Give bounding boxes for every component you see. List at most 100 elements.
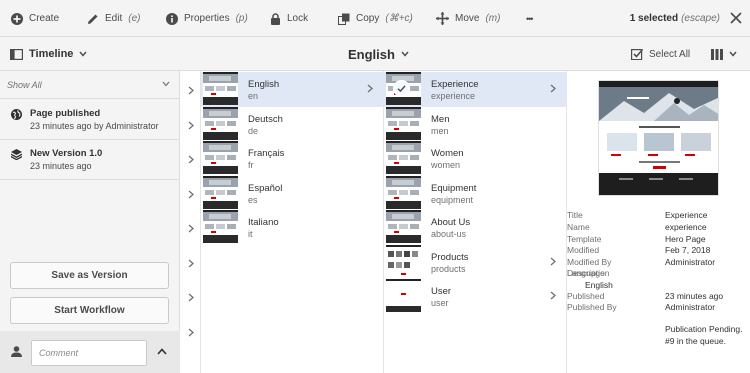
language-value: English <box>585 280 613 290</box>
create-label: Create <box>29 13 60 24</box>
chevron-right-icon <box>188 293 194 302</box>
edit-button[interactable]: Edit (e) <box>87 0 140 37</box>
item-name: products <box>431 264 466 274</box>
chevron-down-icon <box>79 51 87 57</box>
column-item[interactable]: Equipment equipment <box>384 176 567 211</box>
rail-selector[interactable]: Timeline <box>10 37 87 71</box>
expand-row[interactable] <box>180 142 201 177</box>
select-all-icon <box>631 48 643 60</box>
item-title: Equipment <box>431 183 477 194</box>
rail-title-label: Timeline <box>29 48 74 60</box>
item-title: Deutsch <box>248 114 283 125</box>
copy-label: Copy <box>356 13 380 24</box>
item-name: user <box>431 298 449 308</box>
timeline-filter[interactable]: Show All <box>0 71 180 99</box>
add-circle-icon <box>11 12 23 25</box>
expand-row[interactable] <box>180 211 201 246</box>
select-all-label: Select All <box>649 48 691 60</box>
layers-icon <box>11 149 22 160</box>
item-title: Français <box>248 148 285 159</box>
column-item[interactable]: English en <box>201 72 384 107</box>
item-title: Italiano <box>248 217 279 228</box>
template-label: Template <box>567 234 602 244</box>
column-item[interactable]: User user <box>384 279 567 314</box>
comment-placeholder: Comment <box>39 348 79 358</box>
create-button[interactable]: Create <box>11 0 59 37</box>
modified-value: Feb 7, 2018 <box>665 245 711 255</box>
page-title-label: English <box>348 46 395 62</box>
properties-shortcut: (p) <box>235 13 248 24</box>
title-value: Experience <box>665 210 708 220</box>
properties-button[interactable]: Properties (p) <box>166 0 248 37</box>
template-value: Hero Page <box>665 234 706 244</box>
expand-row[interactable] <box>180 73 201 108</box>
chevron-down-icon <box>729 51 737 57</box>
more-actions-button[interactable]: ••• <box>526 0 534 37</box>
publication-status: Publication Pending. <box>665 324 743 334</box>
header-bar: Timeline English Select All <box>0 37 750 71</box>
column-item[interactable]: Deutsch de <box>201 107 384 142</box>
selection-count: 1 selected (escape) <box>630 0 720 37</box>
save-as-version-button[interactable]: Save as Version <box>10 262 169 289</box>
modified-by-label: Modified By <box>567 257 612 267</box>
page-title[interactable]: English <box>348 37 409 71</box>
start-workflow-button[interactable]: Start Workflow <box>10 297 169 324</box>
page-thumbnail <box>386 141 421 174</box>
select-all-button[interactable]: Select All <box>631 37 690 71</box>
expand-row[interactable] <box>180 315 201 350</box>
move-button[interactable]: Move (m) <box>436 0 500 37</box>
name-value: experience <box>665 222 707 232</box>
copy-icon <box>338 13 350 25</box>
checkmark-icon[interactable] <box>393 80 410 97</box>
page-thumbnail <box>203 176 238 209</box>
details-panel: Title Experience Name experience Templat… <box>567 71 750 373</box>
move-shortcut: (m) <box>485 13 501 24</box>
page-thumbnail <box>203 210 238 243</box>
item-name: experience <box>431 91 476 101</box>
selected-count-label: 1 selected <box>629 13 679 24</box>
expand-row[interactable] <box>180 108 201 143</box>
view-switcher[interactable] <box>711 37 737 71</box>
column-item[interactable]: Italiano it <box>201 210 384 245</box>
published-label: Published <box>567 291 605 301</box>
column-item[interactable]: Español es <box>201 176 384 211</box>
item-name: fr <box>248 160 254 170</box>
chevron-right-icon <box>188 121 194 130</box>
column-item-selected[interactable]: Experience experience <box>384 72 567 107</box>
edit-shortcut: (e) <box>128 13 141 24</box>
item-title: Women <box>431 148 464 159</box>
item-name: men <box>431 126 449 136</box>
page-thumbnail <box>386 107 421 140</box>
timeline-event[interactable]: New Version 1.0 23 minutes ago <box>0 140 180 180</box>
pencil-icon <box>88 14 98 24</box>
item-title: English <box>248 79 280 90</box>
move-icon <box>436 12 449 25</box>
column-item[interactable]: Français fr <box>201 141 384 176</box>
column-item[interactable]: Men men <box>384 107 567 142</box>
column-item[interactable]: About Us about-us <box>384 210 567 245</box>
chevron-up-icon[interactable] <box>157 348 167 355</box>
parent-column <box>180 71 201 373</box>
modified-by-value: Administrator <box>665 257 716 267</box>
expand-row[interactable] <box>180 246 201 281</box>
close-icon[interactable] <box>730 12 742 24</box>
timeline-event[interactable]: Page published 23 minutes ago by Adminis… <box>0 100 180 140</box>
copy-button[interactable]: Copy (⌘+c) <box>338 0 413 37</box>
properties-label: Properties <box>184 13 230 24</box>
globe-icon <box>11 109 22 120</box>
chevron-right-icon <box>188 190 194 199</box>
ellipsis-icon: ••• <box>526 13 534 24</box>
expand-row[interactable] <box>180 280 201 315</box>
expand-row[interactable] <box>180 177 201 212</box>
published-by-label: Published By <box>567 302 617 312</box>
column-item[interactable]: Women women <box>384 141 567 176</box>
page-thumbnail <box>386 279 421 312</box>
chevron-right-icon <box>188 86 194 95</box>
item-title: Español <box>248 183 283 194</box>
item-name: de <box>248 126 259 136</box>
timeline-event-title: Page published <box>30 108 101 119</box>
lock-button[interactable]: Lock <box>270 0 308 37</box>
column-item[interactable]: Products products <box>384 245 567 280</box>
chevron-right-icon <box>188 328 194 337</box>
comment-input[interactable]: Comment <box>31 340 147 366</box>
